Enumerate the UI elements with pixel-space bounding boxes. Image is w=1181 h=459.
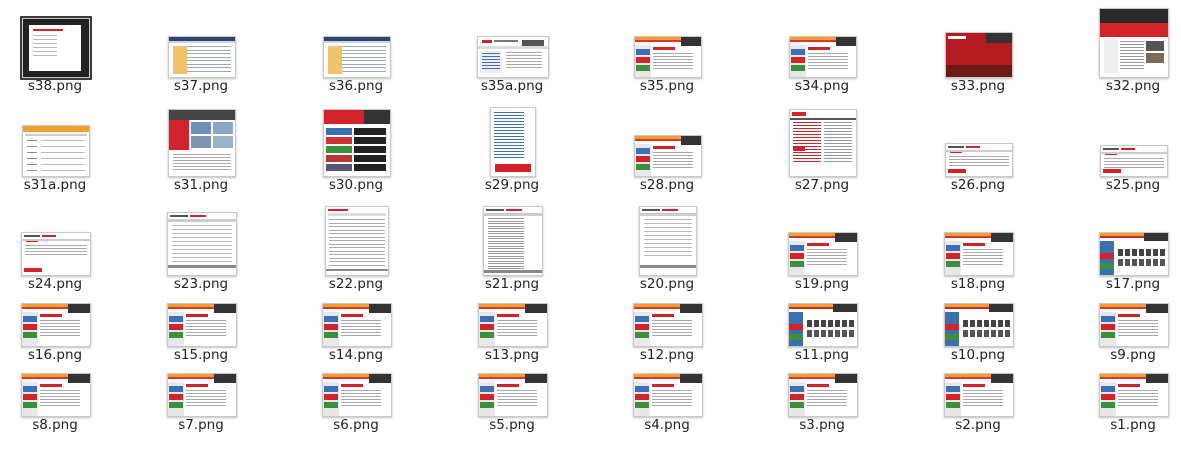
file-thumbnail[interactable]	[322, 373, 392, 417]
file-thumbnail[interactable]	[788, 303, 858, 347]
file-thumbnail[interactable]	[323, 36, 391, 78]
file-thumbnail[interactable]	[1099, 303, 1169, 347]
file-thumbnail[interactable]	[1100, 145, 1168, 177]
file-name-label: s31.png	[173, 177, 229, 193]
file-name-label: s19.png	[794, 276, 850, 292]
file-thumbnail[interactable]	[478, 373, 548, 417]
file-thumbnail[interactable]	[789, 36, 857, 78]
file-thumbnail[interactable]	[788, 232, 858, 276]
file-thumbnail[interactable]	[167, 303, 237, 347]
file-thumbnail[interactable]	[789, 109, 857, 177]
file-thumbnail[interactable]	[1099, 232, 1169, 276]
file-name-label: s10.png	[950, 347, 1006, 363]
file-name-label: s36.png	[328, 78, 384, 94]
file-thumbnail[interactable]	[944, 232, 1014, 276]
file-name-label: s22.png	[328, 276, 384, 292]
file-thumbnail[interactable]	[167, 212, 237, 276]
file-name-label: s31a.png	[23, 177, 87, 193]
file-name-label: s26.png	[950, 177, 1006, 193]
file-thumbnail[interactable]	[483, 206, 543, 276]
file-thumbnail[interactable]	[633, 303, 703, 347]
file-name-label: s30.png	[328, 177, 384, 193]
file-thumbnail[interactable]	[1099, 373, 1169, 417]
file-thumbnail[interactable]	[477, 36, 549, 78]
file-name-label: s20.png	[639, 276, 695, 292]
file-thumbnail[interactable]	[1099, 8, 1169, 78]
file-thumbnail[interactable]	[634, 36, 702, 78]
file-name-label: s12.png	[639, 347, 695, 363]
file-name-label: s5.png	[489, 417, 535, 433]
file-name-label: s1.png	[1110, 417, 1156, 433]
file-thumbnail[interactable]	[490, 107, 536, 177]
file-thumbnail[interactable]	[21, 303, 91, 347]
file-name-label: s7.png	[178, 417, 224, 433]
file-thumbnail[interactable]	[944, 303, 1014, 347]
file-name-label: s34.png	[794, 78, 850, 94]
file-name-label: s9.png	[1110, 347, 1156, 363]
file-name-label: s15.png	[173, 347, 229, 363]
file-name-label: s35a.png	[480, 78, 544, 94]
file-name-label: s14.png	[328, 347, 384, 363]
file-name-label: s25.png	[1105, 177, 1161, 193]
file-name-label: s18.png	[950, 276, 1006, 292]
file-thumbnail[interactable]	[168, 36, 236, 78]
file-name-label: s28.png	[639, 177, 695, 193]
file-thumbnail[interactable]	[945, 143, 1013, 177]
file-thumbnail[interactable]	[20, 16, 92, 80]
file-thumbnail[interactable]	[323, 109, 391, 177]
file-name-label: s3.png	[799, 417, 845, 433]
file-name-label: s38.png	[27, 78, 83, 94]
file-thumbnail[interactable]	[167, 373, 237, 417]
file-name-label: s23.png	[173, 276, 229, 292]
file-thumbnail[interactable]	[639, 206, 697, 276]
file-thumbnail[interactable]	[322, 303, 392, 347]
file-name-label: s35.png	[639, 78, 695, 94]
file-name-label: s4.png	[644, 417, 690, 433]
file-thumbnail[interactable]	[633, 373, 703, 417]
file-thumbnail[interactable]	[788, 373, 858, 417]
file-thumbnail[interactable]	[22, 125, 90, 177]
file-name-label: s11.png	[794, 347, 850, 363]
file-name-label: s21.png	[484, 276, 540, 292]
file-thumbnail[interactable]	[168, 109, 236, 177]
file-name-label: s8.png	[32, 417, 78, 433]
file-name-label: s32.png	[1105, 78, 1161, 94]
file-name-label: s33.png	[950, 78, 1006, 94]
file-name-label: s27.png	[794, 177, 850, 193]
file-name-label: s29.png	[484, 177, 540, 193]
file-thumbnail[interactable]	[325, 206, 389, 276]
file-name-label: s13.png	[484, 347, 540, 363]
file-thumbnail[interactable]	[478, 303, 548, 347]
file-thumbnail[interactable]	[21, 373, 91, 417]
file-name-label: s6.png	[333, 417, 379, 433]
file-thumbnail[interactable]	[945, 32, 1013, 78]
file-name-label: s16.png	[27, 347, 83, 363]
file-thumbnail[interactable]	[944, 373, 1014, 417]
file-name-label: s24.png	[27, 276, 83, 292]
file-name-label: s37.png	[173, 78, 229, 94]
file-thumbnail[interactable]	[21, 232, 91, 276]
file-name-label: s2.png	[955, 417, 1001, 433]
file-thumbnail[interactable]	[634, 135, 702, 177]
file-name-label: s17.png	[1105, 276, 1161, 292]
